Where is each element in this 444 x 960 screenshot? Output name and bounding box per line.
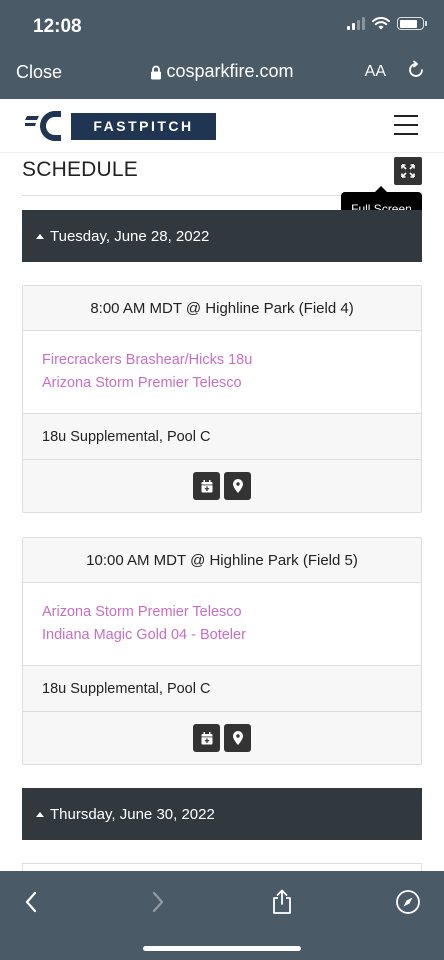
back-button[interactable] [17, 888, 45, 916]
game-time-location: 10:00 AM MDT @ Highline Park (Field 5) [23, 538, 421, 583]
day-date: Thursday, June 30, 2022 [50, 805, 215, 823]
map-pin-icon [232, 731, 243, 745]
reload-button[interactable] [406, 60, 426, 85]
map-location-button[interactable] [224, 724, 251, 752]
reload-icon [409, 60, 423, 77]
lock-icon [151, 65, 162, 80]
day-header[interactable]: Tuesday, June 28, 2022 [22, 210, 422, 262]
share-button[interactable] [268, 888, 296, 916]
calendar-add-icon [201, 731, 212, 744]
fullscreen-button[interactable] [394, 157, 422, 185]
url-text: cosparkfire.com [166, 61, 294, 81]
status-icons [347, 17, 427, 30]
site-logo[interactable]: FASTPITCH [25, 107, 216, 145]
team-link[interactable]: Firecrackers Brashear/Hicks 18u [42, 349, 402, 372]
day-header[interactable]: Thursday, June 30, 2022 [22, 788, 422, 840]
team-link[interactable]: Indiana Magic Gold 04 - Boteler [42, 624, 402, 647]
chevron-right-icon [152, 891, 164, 913]
calendar-add-icon [201, 479, 212, 492]
page-title: SCHEDULE [22, 158, 138, 181]
expand-arrows-icon [401, 164, 415, 178]
site-header: FASTPITCH [0, 99, 444, 153]
add-to-calendar-button[interactable] [193, 472, 220, 500]
game-pool: 18u Supplemental, Pool C [23, 414, 421, 460]
map-pin-icon [232, 479, 243, 493]
map-location-button[interactable] [224, 472, 251, 500]
caret-up-icon [36, 811, 44, 817]
browser-top-bar: 12:08 Close cosparkfire.com AA [0, 0, 444, 99]
game-actions [23, 460, 421, 512]
battery-icon [397, 17, 427, 30]
share-icon [273, 889, 291, 914]
compass-icon [396, 890, 420, 914]
add-to-calendar-button[interactable] [193, 724, 220, 752]
day-date: Tuesday, June 28, 2022 [50, 227, 210, 245]
brand-text: FASTPITCH [71, 112, 216, 140]
game-card: 10:00 AM MDT @ Highline Park (Field 5) A… [22, 537, 422, 765]
game-teams: Firecrackers Brashear/Hicks 18u Arizona … [23, 331, 421, 414]
chevron-left-icon [25, 891, 37, 913]
caret-up-icon [36, 233, 44, 239]
text-size-button[interactable]: AA [365, 63, 386, 81]
game-actions [23, 712, 421, 764]
game-teams: Arizona Storm Premier Telesco Indiana Ma… [23, 583, 421, 666]
home-indicator [143, 946, 301, 951]
game-card: 8:00 AM MDT @ Highline Park (Field 4) Fi… [22, 285, 422, 513]
cellular-signal-icon [347, 17, 365, 30]
menu-icon[interactable] [394, 115, 418, 135]
open-in-safari-button[interactable] [394, 888, 422, 916]
logo-c-icon [25, 111, 61, 141]
status-time: 12:08 [33, 16, 82, 37]
team-link[interactable]: Arizona Storm Premier Telesco [42, 601, 402, 624]
game-pool: 18u Supplemental, Pool C [23, 666, 421, 712]
wifi-icon [372, 17, 390, 30]
forward-button[interactable] [144, 888, 172, 916]
team-link[interactable]: Arizona Storm Premier Telesco [42, 372, 402, 395]
game-time-location: 8:00 AM MDT @ Highline Park (Field 4) [23, 286, 421, 331]
